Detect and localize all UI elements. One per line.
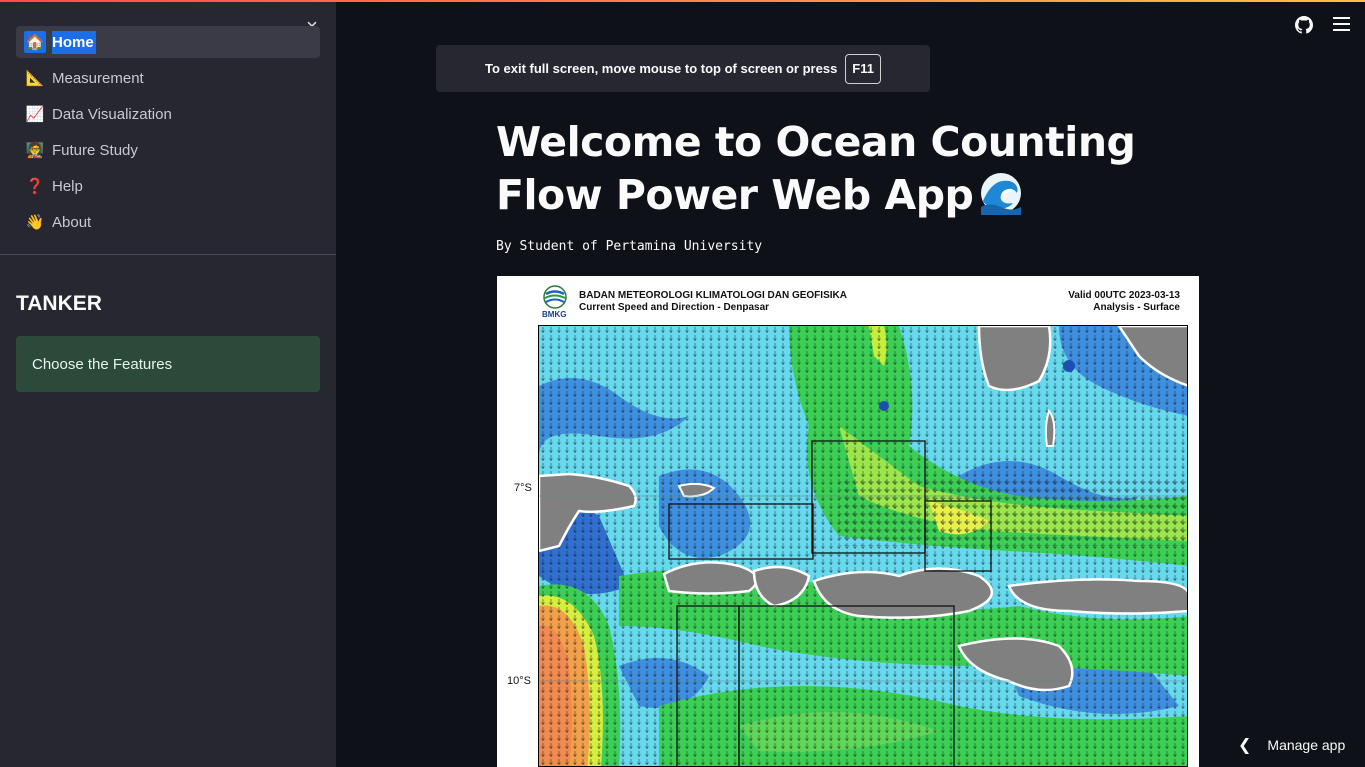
info-box: Choose the Features <box>16 336 320 392</box>
sidebar-item-label: Help <box>52 177 83 195</box>
lat-label: 7°S <box>514 482 532 494</box>
current-speed-plot <box>538 325 1188 767</box>
current-speed-field <box>539 326 1187 766</box>
sidebar-item-measurement[interactable]: 📐 Measurement <box>16 62 320 94</box>
sidebar-item-future-study[interactable]: 🧑‍🏫 Future Study <box>16 134 320 166</box>
waving-hand-icon: 👋 <box>25 213 45 231</box>
sidebar: × 🏠 Home 📐 Measurement 📈 Data Visualizat… <box>0 2 336 767</box>
map-subtitle: Current Speed and Direction - Denpasar <box>579 302 770 313</box>
question-mark-icon: ❓ <box>25 177 45 195</box>
sidebar-item-help[interactable]: ❓ Help <box>16 170 320 202</box>
sidebar-item-about[interactable]: 👋 About <box>16 206 320 238</box>
sidebar-nav: 🏠 Home 📐 Measurement 📈 Data Visualizatio… <box>16 26 320 242</box>
bmkg-logo-text: BMKG <box>542 310 567 319</box>
manage-app-button[interactable]: ❮ Manage app <box>1238 735 1345 755</box>
manage-app-label: Manage app <box>1267 737 1346 753</box>
sidebar-item-label: Future Study <box>52 141 138 159</box>
sidebar-section-title: TANKER <box>16 292 102 315</box>
github-icon[interactable] <box>1295 16 1313 34</box>
fullscreen-notice: To exit full screen, move mouse to top o… <box>436 45 930 92</box>
ocean-current-map: BMKG BADAN METEOROLOGI KLIMATOLOGI DAN G… <box>497 276 1199 767</box>
map-analysis-type: Analysis - Surface <box>1093 302 1180 313</box>
house-icon: 🏠 <box>24 31 46 53</box>
hamburger-menu-icon[interactable] <box>1333 17 1350 33</box>
byline: By Student of Pertamina University <box>496 239 763 254</box>
water-wave-icon <box>981 173 1022 215</box>
triangular-ruler-icon: 📐 <box>25 69 45 87</box>
sidebar-item-home[interactable]: 🏠 Home <box>16 26 320 58</box>
sidebar-item-label: Home <box>52 30 96 54</box>
page-title: Welcome to Ocean Counting Flow Power Web… <box>496 116 1196 222</box>
f11-key-badge: F11 <box>845 53 881 84</box>
page-title-text: Welcome to Ocean Counting Flow Power Web… <box>496 118 1136 219</box>
fullscreen-notice-text: To exit full screen, move mouse to top o… <box>485 61 838 76</box>
lat-label: 10°S <box>507 675 531 687</box>
sidebar-divider <box>0 254 336 255</box>
map-valid-time: Valid 00UTC 2023-03-13 <box>1068 290 1180 301</box>
teacher-icon: 🧑‍🏫 <box>25 141 45 159</box>
sidebar-item-data-visualization[interactable]: 📈 Data Visualization <box>16 98 320 130</box>
map-agency: BADAN METEOROLOGI KLIMATOLOGI DAN GEOFIS… <box>579 290 847 301</box>
sidebar-item-label: Data Visualization <box>52 105 172 123</box>
chart-increasing-icon: 📈 <box>25 105 45 123</box>
sidebar-item-label: About <box>52 213 92 231</box>
chevron-left-icon: ❮ <box>1238 737 1252 754</box>
sidebar-item-label: Measurement <box>52 69 144 87</box>
